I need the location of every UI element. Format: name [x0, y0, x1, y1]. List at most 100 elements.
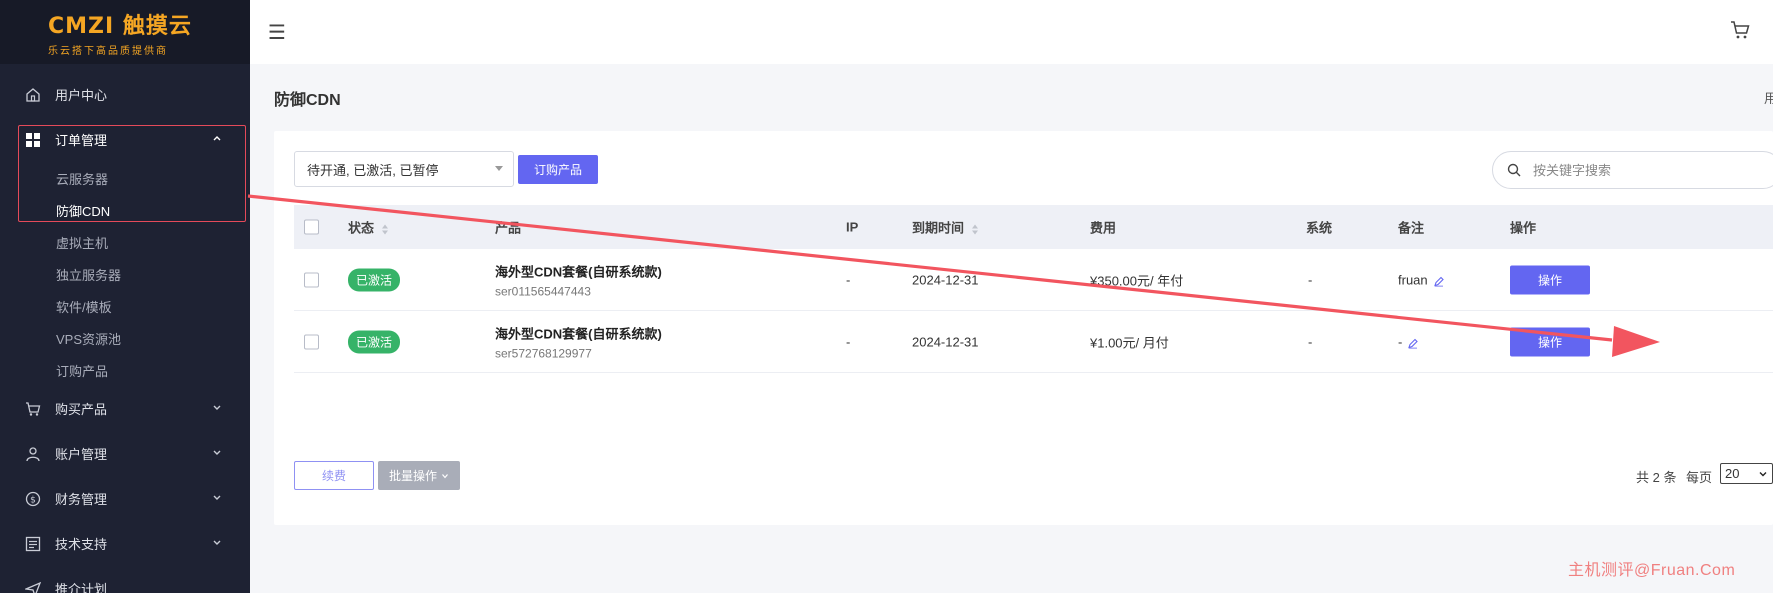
sidebar-item-referral[interactable]: 推介计划 [0, 566, 250, 593]
list-icon [24, 535, 42, 553]
clipped-text: 用 [1764, 91, 1773, 106]
sidebar-item-label: 购买产品 [55, 402, 108, 417]
per-page-select[interactable]: 20 [1720, 463, 1773, 484]
chevron-down-icon [212, 402, 222, 415]
chevron-up-icon [212, 133, 222, 146]
header-status[interactable]: 状态 [348, 218, 389, 237]
table-row: 已激活 海外型CDN套餐(自研系统款) ser011565447443 - 20… [294, 249, 1773, 311]
product-cell[interactable]: 海外型CDN套餐(自研系统款) ser572768129977 [495, 323, 662, 360]
cart-icon [24, 400, 42, 418]
row-checkbox[interactable] [304, 334, 319, 349]
brand-logo[interactable]: CMZI 触摸云 乐云搭下高品质提供商 [0, 0, 250, 64]
sort-icon[interactable] [972, 224, 979, 235]
per-page-label: 每页 [1686, 470, 1713, 485]
svg-text:$: $ [30, 495, 36, 505]
sidebar-item-account-management[interactable]: 账户管理 [0, 431, 250, 476]
expire-cell: 2024-12-31 [912, 334, 979, 349]
sidebar-item-label: 账户管理 [55, 447, 108, 462]
status-filter-value: 待开通, 已激活, 已暂停 [307, 162, 439, 178]
note-cell[interactable]: fruan [1398, 272, 1444, 287]
select-all-checkbox[interactable] [304, 219, 319, 235]
submenu-order-product[interactable]: 订购产品 [0, 354, 250, 386]
header-expire[interactable]: 到期时间 [912, 218, 979, 237]
caret-down-icon [495, 166, 503, 171]
chevron-down-icon [212, 492, 222, 505]
note-text: - [1398, 334, 1403, 349]
grid-icon [24, 131, 42, 149]
system-cell: - [1308, 272, 1313, 287]
sidebar-item-label: 财务管理 [55, 492, 108, 507]
order-submenu: 云服务器 防御CDN 虚拟主机 独立服务器 软件/模板 VPS资源池 订购产品 [0, 162, 250, 386]
home-icon [24, 86, 42, 104]
header-ip: IP [846, 219, 859, 235]
product-cell[interactable]: 海外型CDN套餐(自研系统款) ser011565447443 [495, 261, 662, 298]
table-row: 已激活 海外型CDN套餐(自研系统款) ser572768129977 - 20… [294, 311, 1773, 373]
user-icon [24, 445, 42, 463]
chevron-down-icon [1758, 469, 1768, 482]
status-badge: 已激活 [348, 330, 401, 353]
chevron-down-icon [441, 469, 449, 483]
submenu-cdn[interactable]: 防御CDN [0, 194, 250, 226]
chevron-down-icon [212, 537, 222, 550]
content-card: 待开通, 已激活, 已暂停 订购产品 状态 产品 IP 到期时间 费用 系统 备… [274, 131, 1773, 525]
per-page-value: 20 [1725, 466, 1740, 481]
fee-cell: ¥1.00元/ 月付 [1090, 335, 1169, 350]
operate-button[interactable]: 操作 [1510, 265, 1590, 294]
submenu-software-template[interactable]: 软件/模板 [0, 290, 250, 322]
dollar-icon: $ [24, 490, 42, 508]
batch-operation-button[interactable]: 批量操作 [378, 461, 460, 490]
search-input[interactable] [1533, 162, 1733, 178]
ip-cell: - [846, 334, 851, 349]
sidebar-item-user-center[interactable]: 用户中心 [0, 72, 250, 117]
sidebar-item-order-management[interactable]: 订单管理 [0, 117, 250, 162]
edit-icon[interactable] [1408, 337, 1419, 349]
total-count: 共 2 条 [1636, 470, 1677, 485]
edit-icon[interactable] [1433, 275, 1444, 287]
header-action: 操作 [1510, 220, 1537, 236]
row-checkbox[interactable] [304, 272, 319, 287]
sidebar-item-finance-management[interactable]: $ 财务管理 [0, 476, 250, 521]
sidebar-menu: 用户中心 订单管理 云服务器 防御CDN 虚拟主机 独立服务器 软件/模板 VP… [0, 64, 250, 593]
topbar: ☰ [250, 0, 1773, 64]
operate-button[interactable]: 操作 [1510, 327, 1590, 356]
product-code: ser572768129977 [495, 346, 592, 360]
cart-icon[interactable] [1729, 19, 1751, 41]
product-code: ser011565447443 [495, 284, 591, 298]
header-product: 产品 [495, 220, 522, 236]
sidebar-item-tech-support[interactable]: 技术支持 [0, 521, 250, 566]
submenu-cloud-server[interactable]: 云服务器 [0, 162, 250, 194]
menu-toggle-icon[interactable]: ☰ [268, 20, 286, 45]
expire-cell: 2024-12-31 [912, 272, 979, 287]
renew-button[interactable]: 续费 [294, 461, 374, 490]
sidebar: CMZI 触摸云 乐云搭下高品质提供商 用户中心 订单管理 云服务器 防御CDN… [0, 0, 250, 593]
sidebar-item-label: 技术支持 [55, 537, 108, 552]
sidebar-item-buy-product[interactable]: 购买产品 [0, 386, 250, 431]
note-cell[interactable]: - [1398, 334, 1419, 349]
watermark: 主机测评@Fruan.Com [1568, 562, 1736, 579]
logo-tagline: 乐云搭下高品质提供商 [48, 45, 168, 57]
product-name: 海外型CDN套餐(自研系统款) [495, 326, 662, 341]
submenu-dedicated-server[interactable]: 独立服务器 [0, 258, 250, 290]
header-note: 备注 [1398, 220, 1425, 236]
header-status-label: 状态 [348, 220, 375, 236]
page-title: 防御CDN [274, 92, 341, 109]
logo-text: CMZI 触摸云 [48, 13, 192, 39]
order-product-button[interactable]: 订购产品 [518, 155, 598, 184]
note-text: fruan [1398, 272, 1428, 287]
sort-icon[interactable] [382, 224, 389, 235]
status-badge: 已激活 [348, 268, 401, 291]
header-system: 系统 [1306, 220, 1333, 236]
sidebar-item-label: 用户中心 [55, 88, 108, 103]
submenu-vps-pool[interactable]: VPS资源池 [0, 322, 250, 354]
search-box[interactable] [1492, 151, 1773, 189]
header-fee: 费用 [1090, 220, 1117, 236]
submenu-virtual-host[interactable]: 虚拟主机 [0, 226, 250, 258]
search-icon [1507, 163, 1521, 177]
system-cell: - [1308, 334, 1313, 349]
status-filter-select[interactable]: 待开通, 已激活, 已暂停 [294, 151, 514, 187]
send-icon [24, 580, 42, 593]
sidebar-item-label: 推介计划 [55, 582, 108, 593]
product-name: 海外型CDN套餐(自研系统款) [495, 264, 662, 279]
ip-cell: - [846, 272, 851, 287]
chevron-down-icon [212, 447, 222, 460]
